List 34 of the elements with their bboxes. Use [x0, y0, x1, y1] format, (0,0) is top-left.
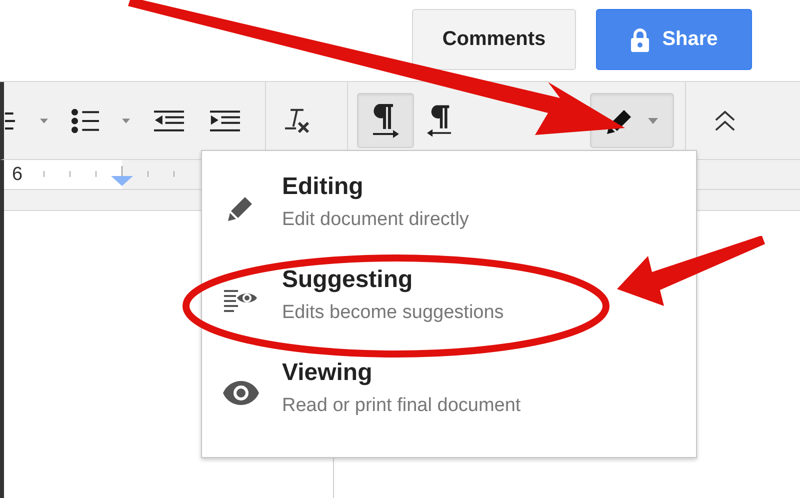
eye-icon [223, 381, 259, 405]
mode-title: Suggesting [282, 266, 414, 294]
paragraph-right-arrow-icon [372, 104, 398, 138]
dropdown-button[interactable] [121, 116, 131, 124]
left-to-right-button[interactable] [357, 93, 414, 148]
clear-formatting-icon [285, 106, 309, 134]
collapse-icon [715, 108, 735, 132]
comments-button[interactable]: Comments [412, 9, 576, 70]
mode-menu-item[interactable]: Viewing Read or print final document [202, 359, 696, 452]
indent-marker[interactable] [111, 176, 133, 186]
mode-menu-item[interactable]: Suggesting Edits become suggestions [202, 266, 696, 359]
pencil-icon [228, 195, 254, 221]
indent-icon [210, 108, 240, 132]
suggest-edits-icon [224, 288, 258, 314]
dropdown-button[interactable] [39, 116, 49, 124]
bulleted-list-button[interactable] [70, 106, 100, 134]
bulleted-list-icon [71, 108, 99, 134]
share-button[interactable]: Share [596, 9, 752, 70]
mode-description: Edits become suggestions [282, 301, 504, 325]
lock-icon [630, 28, 650, 52]
editing-mode-button[interactable] [590, 93, 674, 148]
caret-icon [122, 118, 130, 124]
mode-title: Viewing [282, 359, 374, 387]
caret-icon [40, 118, 48, 124]
increase-indent-button[interactable] [209, 108, 241, 134]
caret-icon [648, 118, 658, 124]
mode-description: Read or print final document [282, 394, 521, 418]
mode-menu-item[interactable]: Editing Edit document directly [202, 173, 696, 266]
mode-description: Edit document directly [282, 208, 469, 232]
paragraph-left-arrow-icon [427, 104, 451, 138]
decrease-indent-button[interactable] [153, 108, 185, 134]
mode-title: Editing [282, 173, 364, 201]
outdent-icon [154, 108, 184, 132]
ruler-number: 6 [12, 164, 24, 186]
